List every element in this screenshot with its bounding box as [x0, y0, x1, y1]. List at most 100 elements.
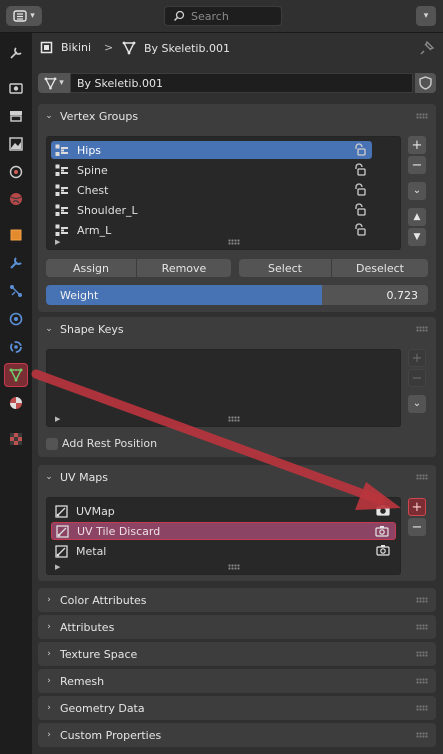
collapsed-panel[interactable]: › Geometry Data [38, 696, 436, 720]
active-render-toggle[interactable] [376, 544, 390, 559]
vertex-group-row[interactable]: Spine [51, 161, 372, 179]
remove-uv-map-button[interactable]: − [408, 518, 426, 536]
camera-icon[interactable] [376, 504, 390, 516]
add-shape-key-button[interactable]: + [408, 349, 426, 367]
vertex-group-row[interactable]: Arm_L [51, 221, 372, 239]
search-input[interactable]: Search [164, 6, 282, 26]
panel-header[interactable]: › Color Attributes [38, 588, 436, 612]
pin-icon [420, 41, 434, 55]
camera-icon[interactable] [375, 525, 389, 537]
drag-handle-icon[interactable] [416, 113, 428, 119]
add-uv-map-button[interactable]: + [408, 498, 426, 516]
fake-user-button[interactable] [415, 73, 436, 93]
panel-header[interactable]: › Geometry Data [38, 696, 436, 720]
lock-toggle[interactable] [353, 183, 366, 199]
expand-filter-icon[interactable]: ▶ [55, 238, 60, 246]
tab-physics[interactable] [4, 307, 28, 331]
drag-handle-icon[interactable] [416, 597, 428, 603]
drag-handle-icon[interactable] [416, 678, 428, 684]
add-rest-position-checkbox[interactable] [46, 438, 58, 450]
shape-key-specials-button[interactable]: ⌄ [408, 395, 426, 413]
expand-filter-icon[interactable]: ▶ [55, 563, 60, 571]
panel-header[interactable]: › Attributes [38, 615, 436, 639]
panel-header[interactable]: › Remesh [38, 669, 436, 693]
expand-filter-icon[interactable]: ▶ [55, 415, 60, 423]
panel-title: Shape Keys [60, 322, 124, 336]
vertex-group-label: Chest [77, 183, 109, 197]
select-button[interactable]: Select [239, 259, 331, 277]
chevron-right-icon: › [47, 595, 51, 605]
shape-keys-header[interactable]: ⌄ Shape Keys [38, 317, 436, 341]
breadcrumb-object[interactable]: Bikini [40, 41, 91, 54]
lock-toggle[interactable] [353, 143, 366, 159]
tab-object[interactable] [4, 223, 28, 247]
camera-icon[interactable] [376, 544, 390, 556]
active-render-toggle[interactable] [375, 525, 389, 540]
pin-button[interactable] [418, 39, 436, 57]
panel-title: Color Attributes [60, 593, 147, 607]
panel-header[interactable]: › Custom Properties [38, 723, 436, 747]
uv-map-row[interactable]: UVMap [51, 502, 396, 520]
tab-output[interactable] [4, 104, 28, 128]
uv-map-label: Metal [76, 544, 107, 558]
tab-tool[interactable] [4, 41, 28, 65]
tab-view-layer[interactable] [4, 132, 28, 156]
collapsed-panel[interactable]: › Attributes [38, 615, 436, 639]
weight-slider[interactable]: Weight 0.723 [46, 285, 428, 305]
browse-mesh-button[interactable]: ▾ [38, 73, 70, 93]
list-resize-handle[interactable] [228, 239, 240, 245]
drag-handle-icon[interactable] [416, 651, 428, 657]
breadcrumb-mesh[interactable]: By Skeletib.001 [122, 41, 230, 55]
tab-mesh-data[interactable] [4, 363, 28, 387]
move-up-button[interactable]: ▲ [408, 208, 426, 226]
remove-button[interactable]: Remove [137, 259, 231, 277]
vertex-groups-header[interactable]: ⌄ Vertex Groups [38, 104, 436, 128]
drag-handle-icon[interactable] [416, 732, 428, 738]
remove-vertex-group-button[interactable]: − [408, 156, 426, 174]
mesh-name-field[interactable]: By Skeletib.001 [70, 73, 413, 93]
add-vertex-group-button[interactable]: + [408, 136, 426, 154]
remove-shape-key-button[interactable]: − [408, 369, 426, 387]
mesh-data-tab-icon [9, 368, 23, 382]
shape-keys-panel: ⌄ Shape Keys ▶ + − ⌄ Add Rest Position [38, 317, 436, 457]
tab-world[interactable] [4, 187, 28, 211]
uv-map-row[interactable]: Metal [51, 542, 396, 560]
tab-material[interactable] [4, 391, 28, 415]
chevron-right-icon: › [47, 676, 51, 686]
collapsed-panel[interactable]: › Remesh [38, 669, 436, 693]
tab-particles[interactable] [4, 279, 28, 303]
panel-header[interactable]: › Texture Space [38, 642, 436, 666]
list-resize-handle[interactable] [228, 416, 240, 422]
tab-constraints[interactable] [4, 335, 28, 359]
lock-toggle[interactable] [353, 163, 366, 179]
vertex-group-specials-button[interactable]: ⌄ [408, 182, 426, 200]
move-down-button[interactable]: ▼ [408, 228, 426, 246]
view-layer-icon [9, 137, 23, 151]
collapsed-panel[interactable]: › Custom Properties [38, 723, 436, 747]
lock-toggle[interactable] [353, 203, 366, 219]
collapsed-panel[interactable]: › Texture Space [38, 642, 436, 666]
uv-map-row[interactable]: UV Tile Discard [51, 522, 396, 540]
editor-type-dropdown[interactable]: ▾ [6, 6, 42, 26]
tab-scene[interactable] [4, 160, 28, 184]
tab-modifiers[interactable] [4, 251, 28, 275]
tab-render[interactable] [4, 76, 28, 100]
active-render-toggle[interactable] [376, 504, 390, 519]
list-resize-handle[interactable] [228, 564, 240, 570]
drag-handle-icon[interactable] [416, 326, 428, 332]
constraints-icon [10, 341, 22, 353]
lock-toggle[interactable] [353, 223, 366, 239]
tab-texture[interactable] [4, 427, 28, 451]
uv-maps-header[interactable]: ⌄ UV Maps [38, 465, 436, 489]
vertex-group-row[interactable]: Chest [51, 181, 372, 199]
drag-handle-icon[interactable] [416, 474, 428, 480]
drag-handle-icon[interactable] [416, 624, 428, 630]
panel-title: UV Maps [60, 470, 109, 484]
deselect-button[interactable]: Deselect [332, 259, 428, 277]
drag-handle-icon[interactable] [416, 705, 428, 711]
vertex-group-row[interactable]: Hips [51, 141, 372, 159]
options-dropdown[interactable]: ▾ [416, 6, 436, 26]
collapsed-panel[interactable]: › Color Attributes [38, 588, 436, 612]
vertex-group-row[interactable]: Shoulder_L [51, 201, 372, 219]
assign-button[interactable]: Assign [46, 259, 136, 277]
